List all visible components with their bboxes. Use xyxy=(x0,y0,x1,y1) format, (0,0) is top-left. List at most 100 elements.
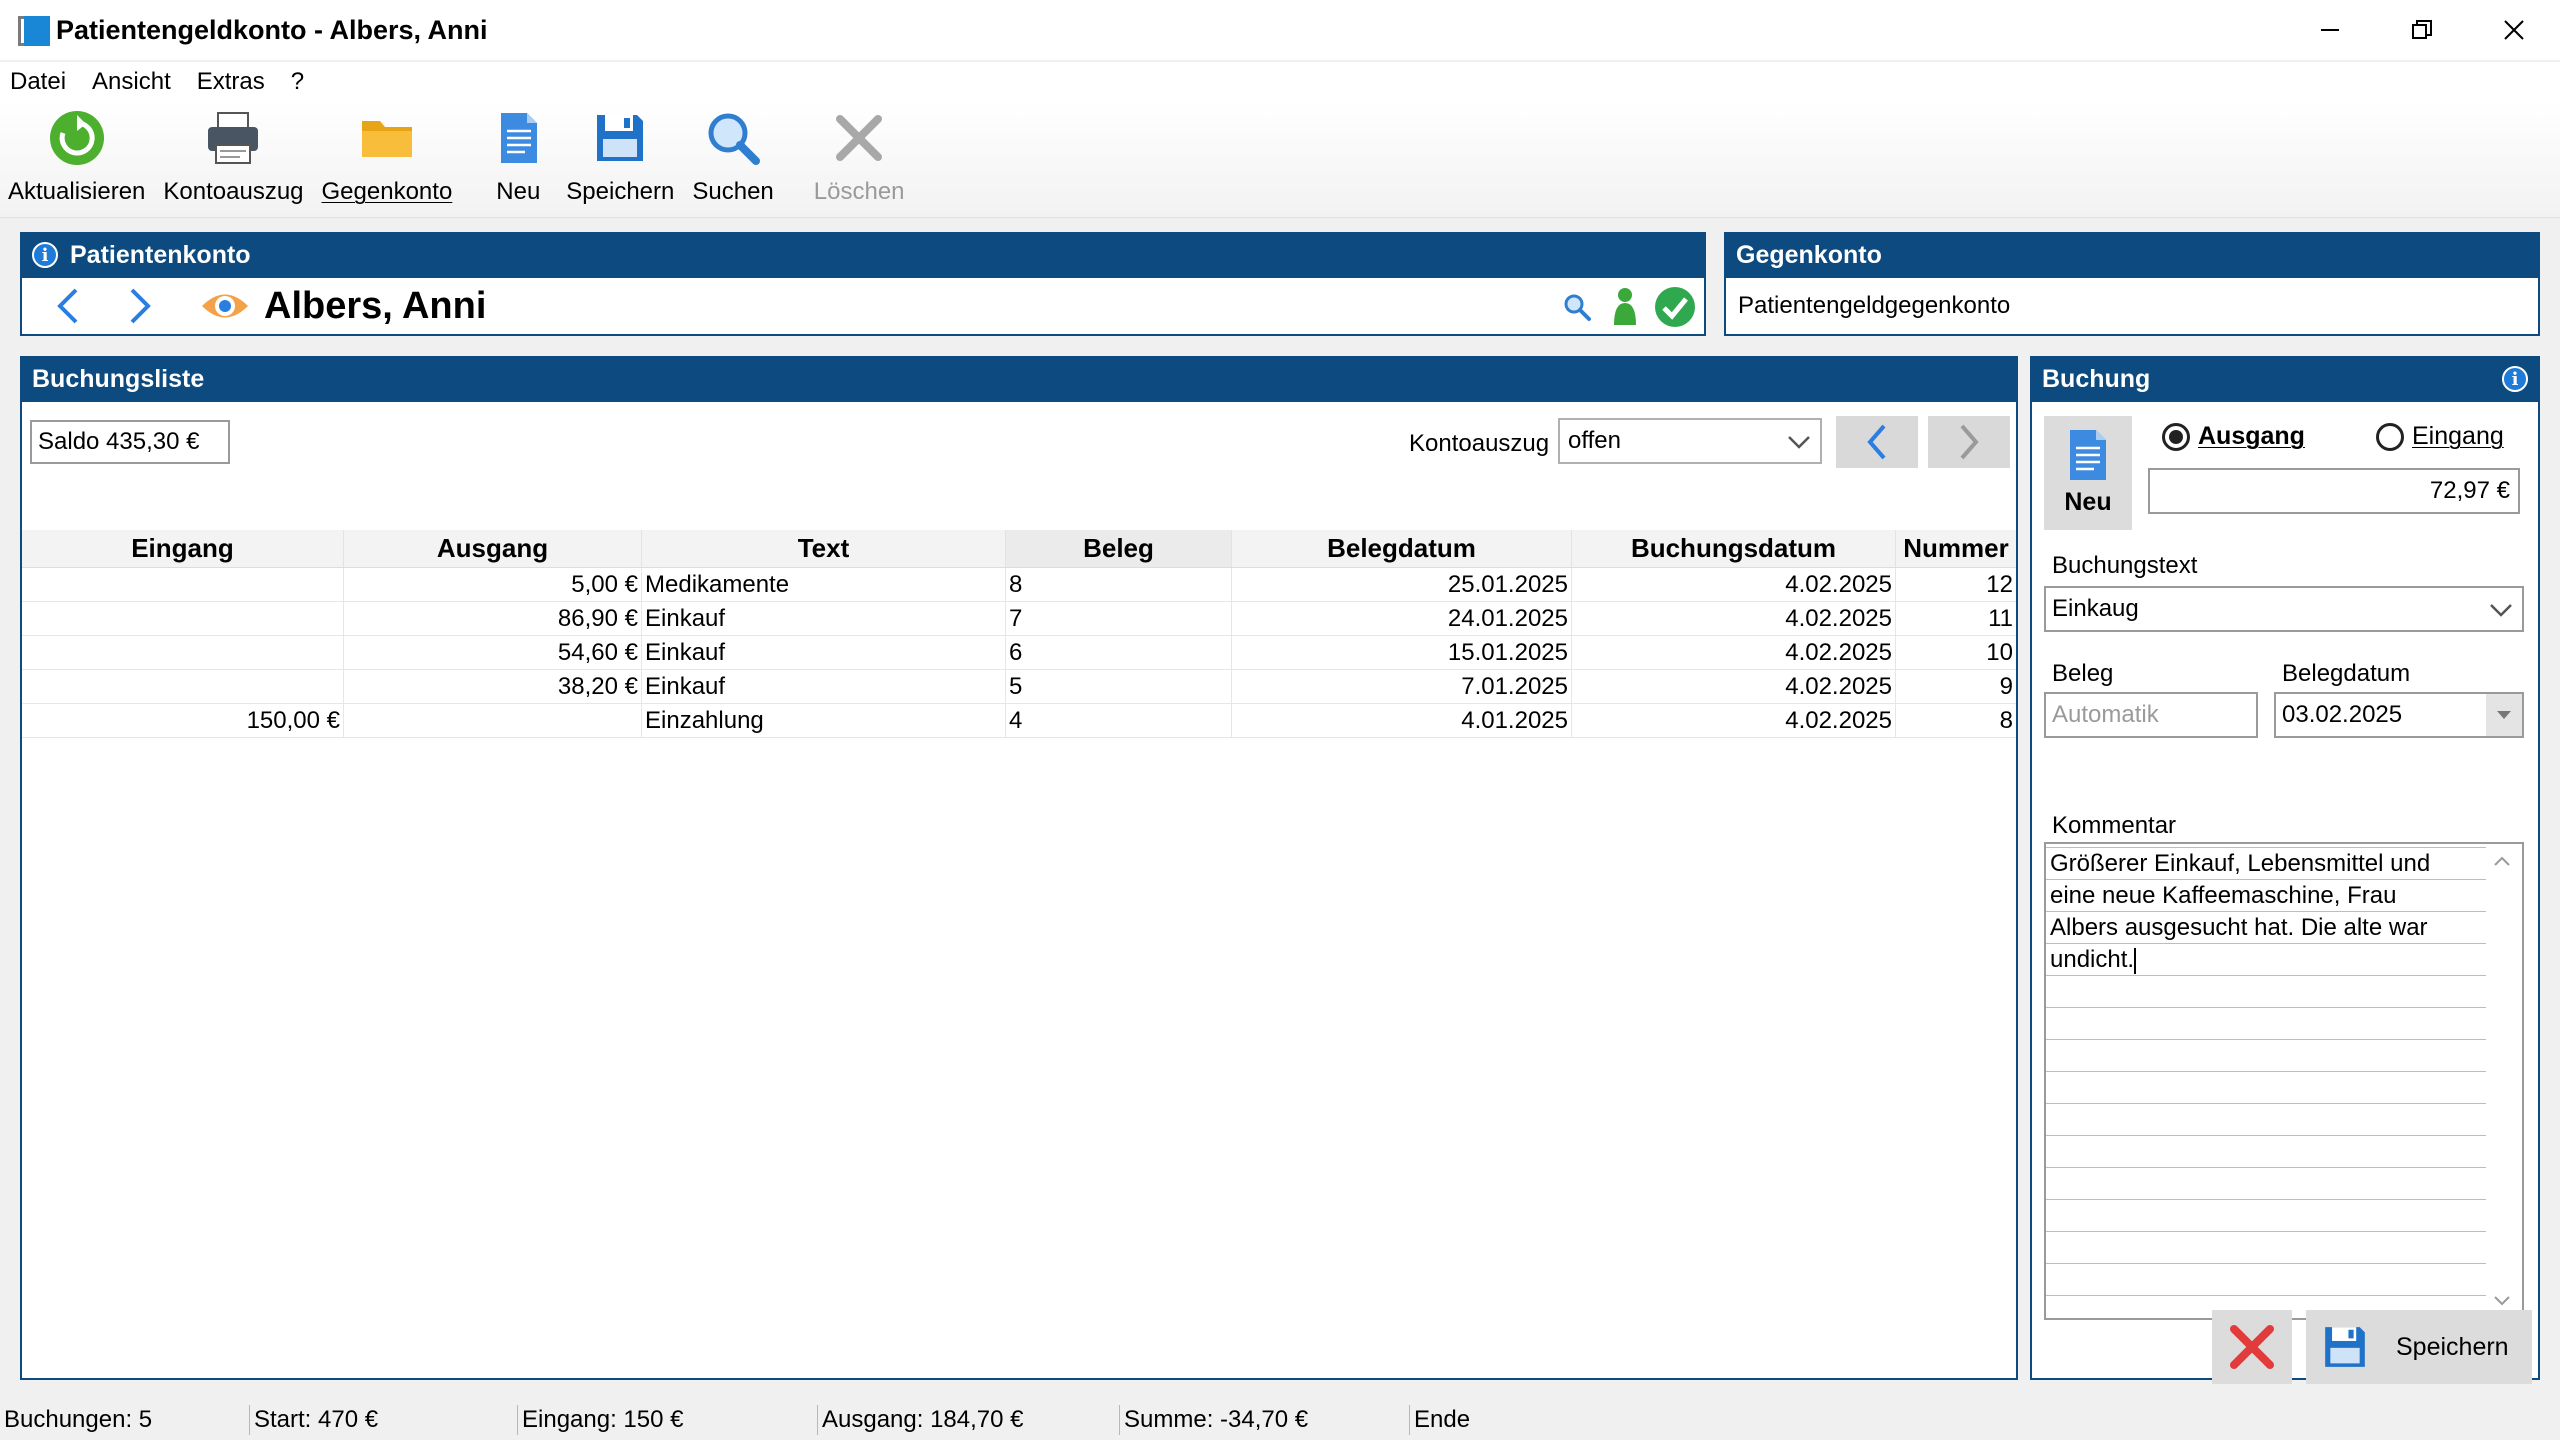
cancel-x-icon xyxy=(2230,1325,2274,1369)
gegenkonto-button[interactable]: Gegenkonto xyxy=(321,102,453,214)
cell-beleg: 7 xyxy=(1006,602,1232,635)
cell-ausgang: 38,20 € xyxy=(344,670,642,703)
belegdatum-input[interactable]: 03.02.2025 xyxy=(2274,692,2524,738)
radio-ausgang-label: Ausgang xyxy=(2198,422,2305,450)
restore-icon xyxy=(2412,20,2432,39)
menu-ansicht[interactable]: Ansicht xyxy=(92,68,171,96)
kommentar-textarea[interactable]: Größerer Einkauf, Lebensmittel und eine … xyxy=(2044,842,2524,1320)
neu-buchung-button[interactable]: Neu xyxy=(2044,416,2132,530)
kontoauszug-select[interactable]: offen xyxy=(1558,418,1822,464)
kontoauszug-button[interactable]: Kontoauszug xyxy=(163,102,304,214)
previous-page-button[interactable] xyxy=(1836,416,1918,468)
status-bar: Buchungen: 5 Start: 470 € Eingang: 150 €… xyxy=(0,1400,2560,1440)
cell-beleg: 6 xyxy=(1006,636,1232,669)
printer-icon xyxy=(208,112,259,164)
table-row[interactable]: 86,90 € Einkauf 7 24.01.2025 4.02.2025 1… xyxy=(22,602,2016,636)
cell-ausgang xyxy=(344,704,642,737)
gegenkonto-label: Gegenkonto xyxy=(321,178,453,205)
column-header-ausgang[interactable]: Ausgang xyxy=(344,530,642,567)
menu-help[interactable]: ? xyxy=(291,68,304,96)
neu-button[interactable]: Neu xyxy=(488,102,548,214)
next-patient-button[interactable] xyxy=(120,286,160,326)
view-patient-button[interactable] xyxy=(200,289,250,323)
check-icon xyxy=(1655,287,1695,327)
triangle-down-icon xyxy=(2497,711,2511,719)
cell-nummer: 10 xyxy=(1986,638,2013,666)
cell-text: Medikamente xyxy=(642,568,1006,601)
buchung-panel: Buchung i Neu Ausgang Eingang 72,97 € Bu… xyxy=(2030,356,2540,1384)
cell-nummer: 12 xyxy=(1986,570,2013,598)
chevron-right-icon xyxy=(1960,424,1979,460)
cell-ausgang: 86,90 € xyxy=(344,602,642,635)
patient-panel-header: i Patientenkonto xyxy=(20,232,1706,278)
kommentar-line: Albers ausgesucht hat. Die alte war xyxy=(2050,914,2428,941)
cell-eingang xyxy=(22,670,344,703)
buchungsliste-title: Buchungsliste xyxy=(32,364,205,393)
table-row[interactable]: 5,00 € Medikamente 8 25.01.2025 4.02.202… xyxy=(22,568,2016,602)
next-page-button[interactable] xyxy=(1928,416,2010,468)
kommentar-label: Kommentar xyxy=(2052,812,2177,839)
info-icon[interactable]: i xyxy=(2502,366,2528,392)
column-header-text[interactable]: Text xyxy=(642,530,1006,567)
cell-beleg: 4 xyxy=(1006,704,1232,737)
kommentar-line: eine neue Kaffeemaschine, Frau xyxy=(2050,882,2397,909)
save-button[interactable]: Speichern xyxy=(2306,1310,2532,1384)
cell-ausgang: 5,00 € xyxy=(344,568,642,601)
cell-buchungsdatum: 4.02.2025 xyxy=(1572,704,1896,737)
column-header-beleg[interactable]: Beleg xyxy=(1006,530,1232,567)
gegenkonto-panel: Gegenkonto Patientengeldgegenkonto xyxy=(1724,232,2540,336)
loeschen-button[interactable]: Löschen xyxy=(814,102,905,214)
column-header-buchungsdatum[interactable]: Buchungsdatum xyxy=(1572,530,1896,567)
column-header-belegdatum[interactable]: Belegdatum xyxy=(1232,530,1572,567)
cell-buchungsdatum: 4.02.2025 xyxy=(1572,670,1896,703)
table-row[interactable]: 54,60 € Einkauf 6 15.01.2025 4.02.2025 1… xyxy=(22,636,2016,670)
cell-nummer: 11 xyxy=(1988,604,2013,632)
chevron-right-icon xyxy=(130,288,151,324)
cell-belegdatum: 7.01.2025 xyxy=(1232,670,1572,703)
suchen-button[interactable]: Suchen xyxy=(692,102,774,214)
buchungstext-value: Einkaug xyxy=(2052,595,2139,622)
table-header: Eingang Ausgang Text Beleg Belegdatum Bu… xyxy=(22,530,2016,568)
date-picker-button[interactable] xyxy=(2486,694,2522,736)
cell-buchungsdatum: 4.02.2025 xyxy=(1572,636,1896,669)
menu-extras[interactable]: Extras xyxy=(197,68,265,96)
chevron-down-icon xyxy=(2490,604,2512,617)
close-button[interactable] xyxy=(2468,0,2560,60)
betrag-input[interactable]: 72,97 € xyxy=(2148,468,2520,514)
speichern-button[interactable]: Speichern xyxy=(566,102,674,214)
scroll-up-icon[interactable] xyxy=(2492,854,2512,868)
aktualisieren-button[interactable]: Aktualisieren xyxy=(8,102,145,214)
kontoauszug-selected-value: offen xyxy=(1568,427,1621,454)
menu-bar: Datei Ansicht Extras ? xyxy=(0,62,2560,102)
previous-patient-button[interactable] xyxy=(48,286,88,326)
scroll-down-icon[interactable] xyxy=(2492,1294,2512,1308)
buchungstext-select[interactable]: Einkaug xyxy=(2044,586,2524,632)
cancel-button[interactable] xyxy=(2212,1310,2292,1384)
cell-nummer: 9 xyxy=(1999,672,2013,700)
column-header-nummer[interactable]: Nummer xyxy=(1896,530,2016,567)
close-icon xyxy=(2504,20,2524,40)
menu-datei[interactable]: Datei xyxy=(10,68,66,96)
kommentar-line: undicht. xyxy=(2050,946,2135,973)
cell-eingang xyxy=(22,602,344,635)
speichern-label: Speichern xyxy=(566,178,675,205)
buchungstext-label: Buchungstext xyxy=(2052,552,2198,579)
table-row[interactable]: 38,20 € Einkauf 5 7.01.2025 4.02.2025 9 xyxy=(22,670,2016,704)
beleg-label: Beleg xyxy=(2052,660,2114,687)
status-summe: Summe: -34,70 € xyxy=(1120,1405,1410,1435)
status-start: Start: 470 € xyxy=(250,1405,518,1435)
neu-label: Neu xyxy=(496,178,541,205)
status-eingang: Eingang: 150 € xyxy=(518,1405,818,1435)
cell-eingang xyxy=(22,568,344,601)
minimize-button[interactable] xyxy=(2284,0,2376,60)
column-header-eingang[interactable]: Eingang xyxy=(22,530,344,567)
search-icon[interactable] xyxy=(1562,292,1592,322)
beleg-input[interactable]: Automatik xyxy=(2044,692,2258,738)
info-icon[interactable]: i xyxy=(32,242,58,268)
restore-button[interactable] xyxy=(2376,0,2468,60)
radio-eingang[interactable]: Eingang xyxy=(2376,422,2504,451)
radio-ausgang[interactable]: Ausgang xyxy=(2162,422,2305,451)
belegdatum-label: Belegdatum xyxy=(2282,660,2411,687)
buchungsliste-header: Buchungsliste xyxy=(20,356,2018,402)
table-row[interactable]: 150,00 € Einzahlung 4 4.01.2025 4.02.202… xyxy=(22,704,2016,738)
